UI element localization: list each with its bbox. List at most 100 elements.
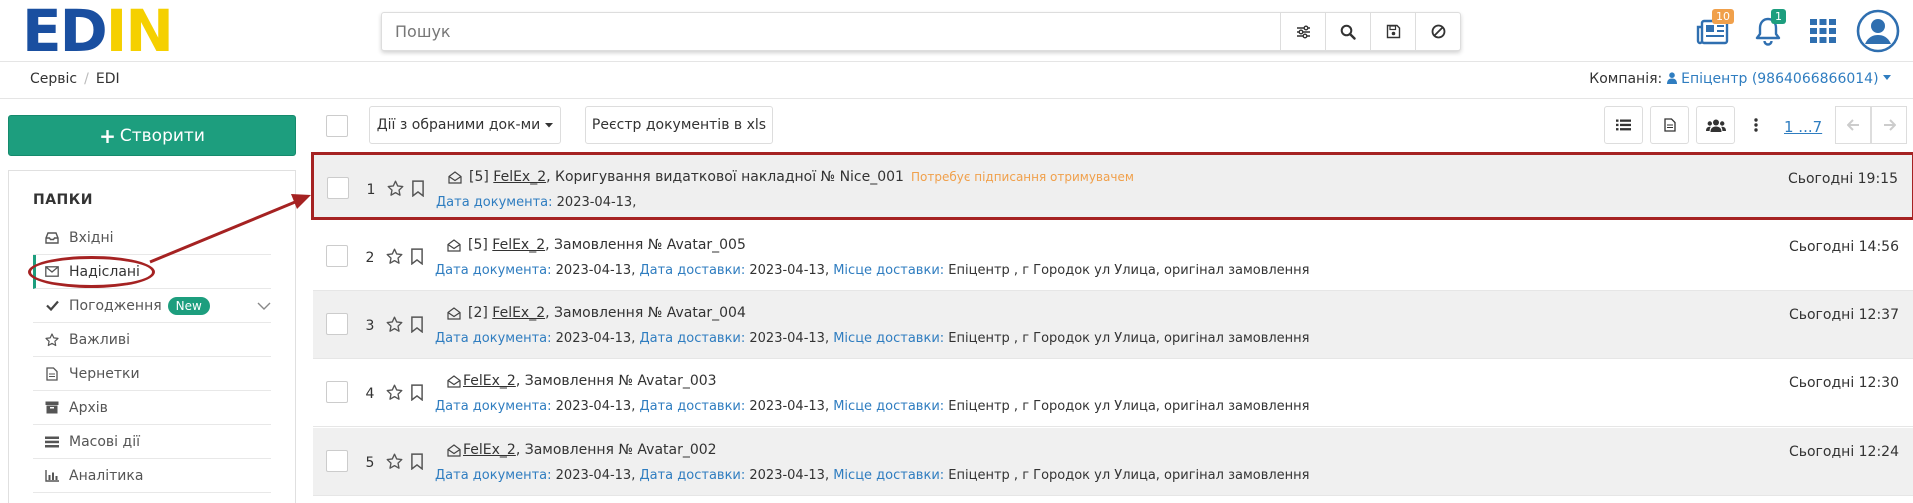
- breadcrumb-separator: /: [84, 71, 89, 87]
- document-title-line[interactable]: FelEx_2, Замовлення № Avatar_003: [447, 373, 717, 389]
- create-button[interactable]: + Створити: [8, 115, 296, 156]
- prev-page-button[interactable]: [1835, 106, 1871, 144]
- folders-title: ПАПКИ: [33, 192, 93, 208]
- document-title-line[interactable]: [2] FelEx_2, Замовлення № Avatar_004: [447, 305, 746, 321]
- sidebar-item-inbox[interactable]: Вхідні: [33, 221, 271, 255]
- sidebar-item-label: Архів: [69, 399, 108, 416]
- star-icon[interactable]: [387, 180, 404, 201]
- row-checkbox[interactable]: [326, 450, 348, 472]
- breadcrumb-item-edi[interactable]: EDI: [96, 71, 120, 87]
- sidebar-item-drafts[interactable]: Чернетки: [33, 357, 271, 391]
- select-all-checkbox[interactable]: [326, 115, 348, 137]
- bookmark-icon[interactable]: [410, 316, 424, 337]
- file-icon: [45, 366, 59, 381]
- delivery-date-label: Дата доставки:: [639, 331, 746, 346]
- sender-link[interactable]: FelEx_2: [493, 169, 546, 185]
- table-row[interactable]: 5 FelEx_2, Замовлення № Avatar_002 Дата …: [313, 428, 1913, 496]
- sidebar-item-analytics[interactable]: Аналітика: [33, 459, 271, 493]
- document-view-button[interactable]: [1650, 106, 1689, 144]
- message-count: [5]: [469, 169, 489, 185]
- export-xls-button[interactable]: Реєстр документів в xls: [585, 106, 773, 144]
- delivery-date-label: Дата доставки:: [639, 399, 746, 414]
- news-button[interactable]: 10: [1690, 8, 1736, 54]
- logo-part-2: IN: [105, 0, 174, 65]
- apps-menu-button[interactable]: [1800, 8, 1846, 54]
- star-icon[interactable]: [386, 316, 403, 337]
- more-options-button[interactable]: [1742, 106, 1770, 144]
- ban-icon: [1431, 24, 1445, 39]
- table-row[interactable]: 2 [5] FelEx_2, Замовлення № Avatar_005 Д…: [313, 223, 1913, 291]
- search-input[interactable]: [382, 13, 1280, 50]
- document-time: Сьогодні 14:56: [1788, 239, 1899, 255]
- row-checkbox[interactable]: [326, 381, 348, 403]
- document-date: 2023-04-13,: [555, 331, 636, 346]
- envelope-open-icon: [447, 238, 461, 252]
- sender-link[interactable]: FelEx_2: [492, 305, 545, 321]
- filter-settings-button[interactable]: [1280, 13, 1325, 50]
- star-icon: [45, 332, 59, 347]
- chevron-down-icon[interactable]: [257, 298, 271, 314]
- company-label: Компанія:: [1589, 71, 1663, 87]
- date-label: Дата документа:: [435, 399, 552, 414]
- document-title: , Замовлення № Avatar_003: [515, 373, 717, 389]
- date-label: Дата документа:: [435, 263, 552, 278]
- save-search-button[interactable]: [1370, 13, 1415, 50]
- row-number: 3: [365, 318, 375, 334]
- bookmark-icon[interactable]: [411, 180, 425, 201]
- row-checkbox[interactable]: [326, 313, 348, 335]
- bulk-actions-dropdown[interactable]: Дії з обраними док-ми: [369, 106, 561, 144]
- sender-link[interactable]: FelEx_2: [463, 373, 516, 389]
- delivery-place-label: Місце доставки:: [833, 331, 945, 346]
- users-icon: [1705, 119, 1726, 132]
- row-checkbox[interactable]: [326, 245, 348, 267]
- document-list: 1 [5] FelEx_2, Коригування видаткової на…: [311, 152, 1913, 503]
- search-icon: [1340, 24, 1356, 40]
- pagination-link[interactable]: 1 ...7: [1784, 118, 1822, 136]
- arrow-left-icon: [1846, 119, 1859, 131]
- table-row[interactable]: 4 FelEx_2, Замовлення № Avatar_003 Дата …: [313, 359, 1913, 427]
- document-title-line[interactable]: FelEx_2, Замовлення № Avatar_002: [447, 442, 717, 458]
- envelope-open-icon: [448, 170, 462, 184]
- search-button[interactable]: [1325, 13, 1370, 50]
- table-row[interactable]: 3 [2] FelEx_2, Замовлення № Avatar_004 Д…: [313, 291, 1913, 359]
- row-checkbox[interactable]: [327, 177, 349, 199]
- document-title-line[interactable]: [5] FelEx_2, Замовлення № Avatar_005: [447, 237, 746, 253]
- star-icon[interactable]: [386, 453, 403, 474]
- breadcrumb-item-service[interactable]: Сервіс: [30, 71, 77, 87]
- sender-link[interactable]: FelEx_2: [492, 237, 545, 253]
- status-warning: Потребує підписання отримувачем: [910, 170, 1134, 184]
- edin-logo[interactable]: ED IN: [22, 0, 174, 65]
- document-title: , Замовлення № Avatar_002: [515, 442, 717, 458]
- document-title-line[interactable]: [5] FelEx_2, Коригування видаткової накл…: [448, 169, 1134, 185]
- table-row[interactable]: 1 [5] FelEx_2, Коригування видаткової на…: [311, 152, 1913, 220]
- company-dropdown[interactable]: Епіцентр (9864066866014): [1666, 71, 1891, 87]
- sidebar-item-bulk-actions[interactable]: Масові дії: [33, 425, 271, 459]
- sidebar-item-approval[interactable]: Погодження New: [33, 289, 271, 323]
- star-icon[interactable]: [386, 384, 403, 405]
- sidebar-item-label: Вхідні: [69, 229, 114, 246]
- clear-search-button[interactable]: [1415, 13, 1460, 50]
- archive-icon: [45, 401, 59, 415]
- next-page-button[interactable]: [1871, 106, 1907, 144]
- list-view-button[interactable]: [1604, 106, 1643, 144]
- bookmark-icon[interactable]: [410, 248, 424, 269]
- bookmark-icon[interactable]: [410, 453, 424, 474]
- bulk-actions-label: Дії з обраними док-ми: [376, 117, 541, 133]
- envelope-open-icon: [447, 306, 461, 320]
- notifications-button[interactable]: 1: [1745, 8, 1791, 54]
- document-time: Сьогодні 12:24: [1788, 444, 1899, 460]
- sidebar-item-archive[interactable]: Архів: [33, 391, 271, 425]
- sender-link[interactable]: FelEx_2: [463, 442, 516, 458]
- bookmark-icon[interactable]: [410, 384, 424, 405]
- document-title: , Замовлення № Avatar_005: [545, 237, 746, 253]
- group-view-button[interactable]: [1696, 106, 1735, 144]
- star-icon[interactable]: [386, 248, 403, 269]
- user-avatar-button[interactable]: [1855, 8, 1901, 54]
- logo-part-1: ED: [22, 0, 108, 65]
- arrow-right-icon: [1883, 119, 1896, 131]
- caret-down-icon: [1883, 75, 1891, 80]
- sidebar-item-important[interactable]: Важливі: [33, 323, 271, 357]
- top-header: EDIN 10 1: [0, 0, 1913, 62]
- document-title: , Коригування видаткової накладної № Nic…: [546, 169, 904, 185]
- breadcrumb-bar: Сервіс / EDI Компанія: Епіцентр (986406686…: [0, 63, 1913, 99]
